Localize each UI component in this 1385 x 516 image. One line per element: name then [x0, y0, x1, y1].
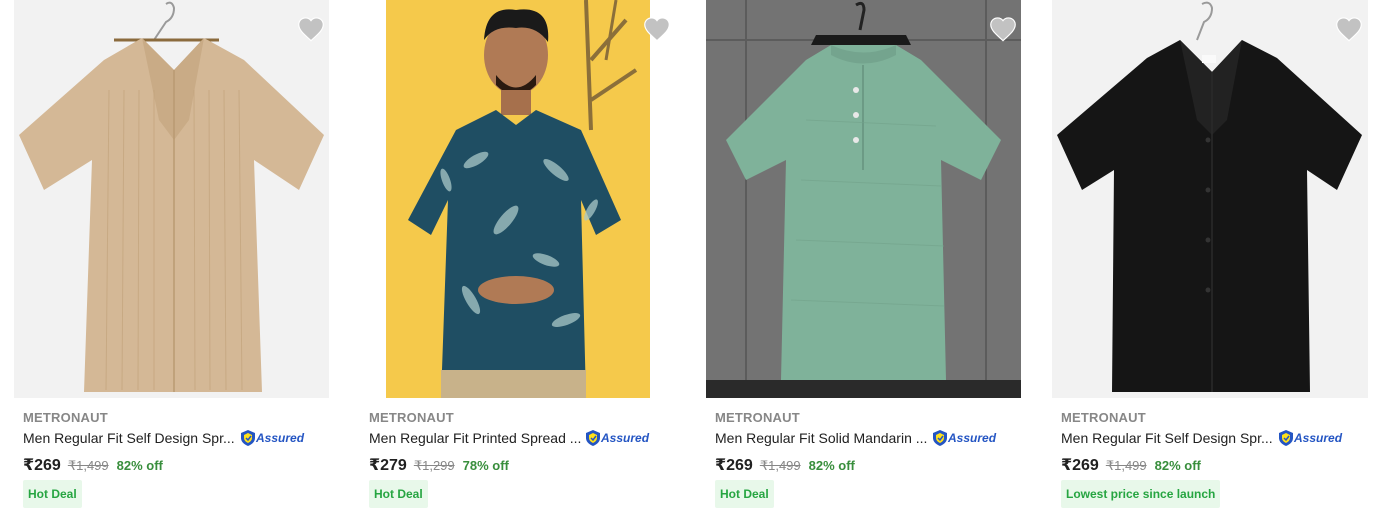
heart-icon[interactable] [989, 16, 1017, 42]
heart-icon[interactable] [1335, 16, 1363, 42]
original-price: ₹1,299 [413, 458, 455, 473]
assured-badge: Assured [933, 430, 996, 446]
assured-badge: Assured [586, 430, 649, 446]
product-brand: METRONAUT [369, 410, 454, 425]
product-card[interactable]: METRONAUT Men Regular Fit Self Design Sp… [0, 0, 346, 516]
original-price: ₹1,499 [1105, 458, 1147, 473]
price-row: ₹269 ₹1,499 82% off [23, 455, 163, 475]
discount-percent: 82% off [116, 458, 163, 473]
product-image[interactable] [14, 0, 329, 398]
assured-label: Assured [601, 431, 650, 445]
assured-badge: Assured [241, 430, 304, 446]
product-grid: METRONAUT Men Regular Fit Self Design Sp… [0, 0, 1385, 516]
heart-icon[interactable] [297, 16, 325, 42]
product-brand: METRONAUT [23, 410, 108, 425]
original-price: ₹1,499 [67, 458, 109, 473]
price-row: ₹279 ₹1,299 78% off [369, 455, 509, 475]
selling-price: ₹269 [1061, 457, 1099, 474]
shield-icon [241, 430, 255, 446]
deal-badge: Hot Deal [715, 480, 774, 508]
price-row: ₹269 ₹1,499 82% off [715, 455, 855, 475]
assured-label: Assured [948, 431, 997, 445]
shield-icon [586, 430, 600, 446]
deal-badge: Hot Deal [369, 480, 428, 508]
assured-badge: Assured [1279, 430, 1342, 446]
product-title[interactable]: Men Regular Fit Printed Spread ... [369, 430, 581, 446]
shield-icon [1279, 430, 1293, 446]
deal-badge: Hot Deal [23, 480, 82, 508]
original-price: ₹1,499 [759, 458, 801, 473]
shield-icon [933, 430, 947, 446]
assured-label: Assured [1294, 431, 1343, 445]
selling-price: ₹269 [715, 457, 753, 474]
product-brand: METRONAUT [1061, 410, 1146, 425]
product-card[interactable]: METRONAUT Men Regular Fit Self Design Sp… [1038, 0, 1384, 516]
deal-badge: Lowest price since launch [1061, 480, 1221, 508]
product-image[interactable] [386, 0, 650, 398]
discount-percent: 78% off [462, 458, 509, 473]
product-image[interactable] [706, 0, 1021, 398]
assured-label: Assured [256, 431, 305, 445]
product-title[interactable]: Men Regular Fit Self Design Spr... [1061, 430, 1273, 446]
product-card[interactable]: METRONAUT Men Regular Fit Printed Spread… [346, 0, 692, 516]
product-brand: METRONAUT [715, 410, 800, 425]
product-card[interactable]: METRONAUT Men Regular Fit Solid Mandarin… [692, 0, 1038, 516]
price-row: ₹269 ₹1,499 82% off [1061, 455, 1201, 475]
product-title[interactable]: Men Regular Fit Self Design Spr... [23, 430, 235, 446]
product-title[interactable]: Men Regular Fit Solid Mandarin ... [715, 430, 927, 446]
selling-price: ₹269 [23, 457, 61, 474]
heart-icon[interactable] [643, 16, 671, 42]
discount-percent: 82% off [808, 458, 855, 473]
discount-percent: 82% off [1154, 458, 1201, 473]
product-image[interactable] [1052, 0, 1368, 398]
selling-price: ₹279 [369, 457, 407, 474]
